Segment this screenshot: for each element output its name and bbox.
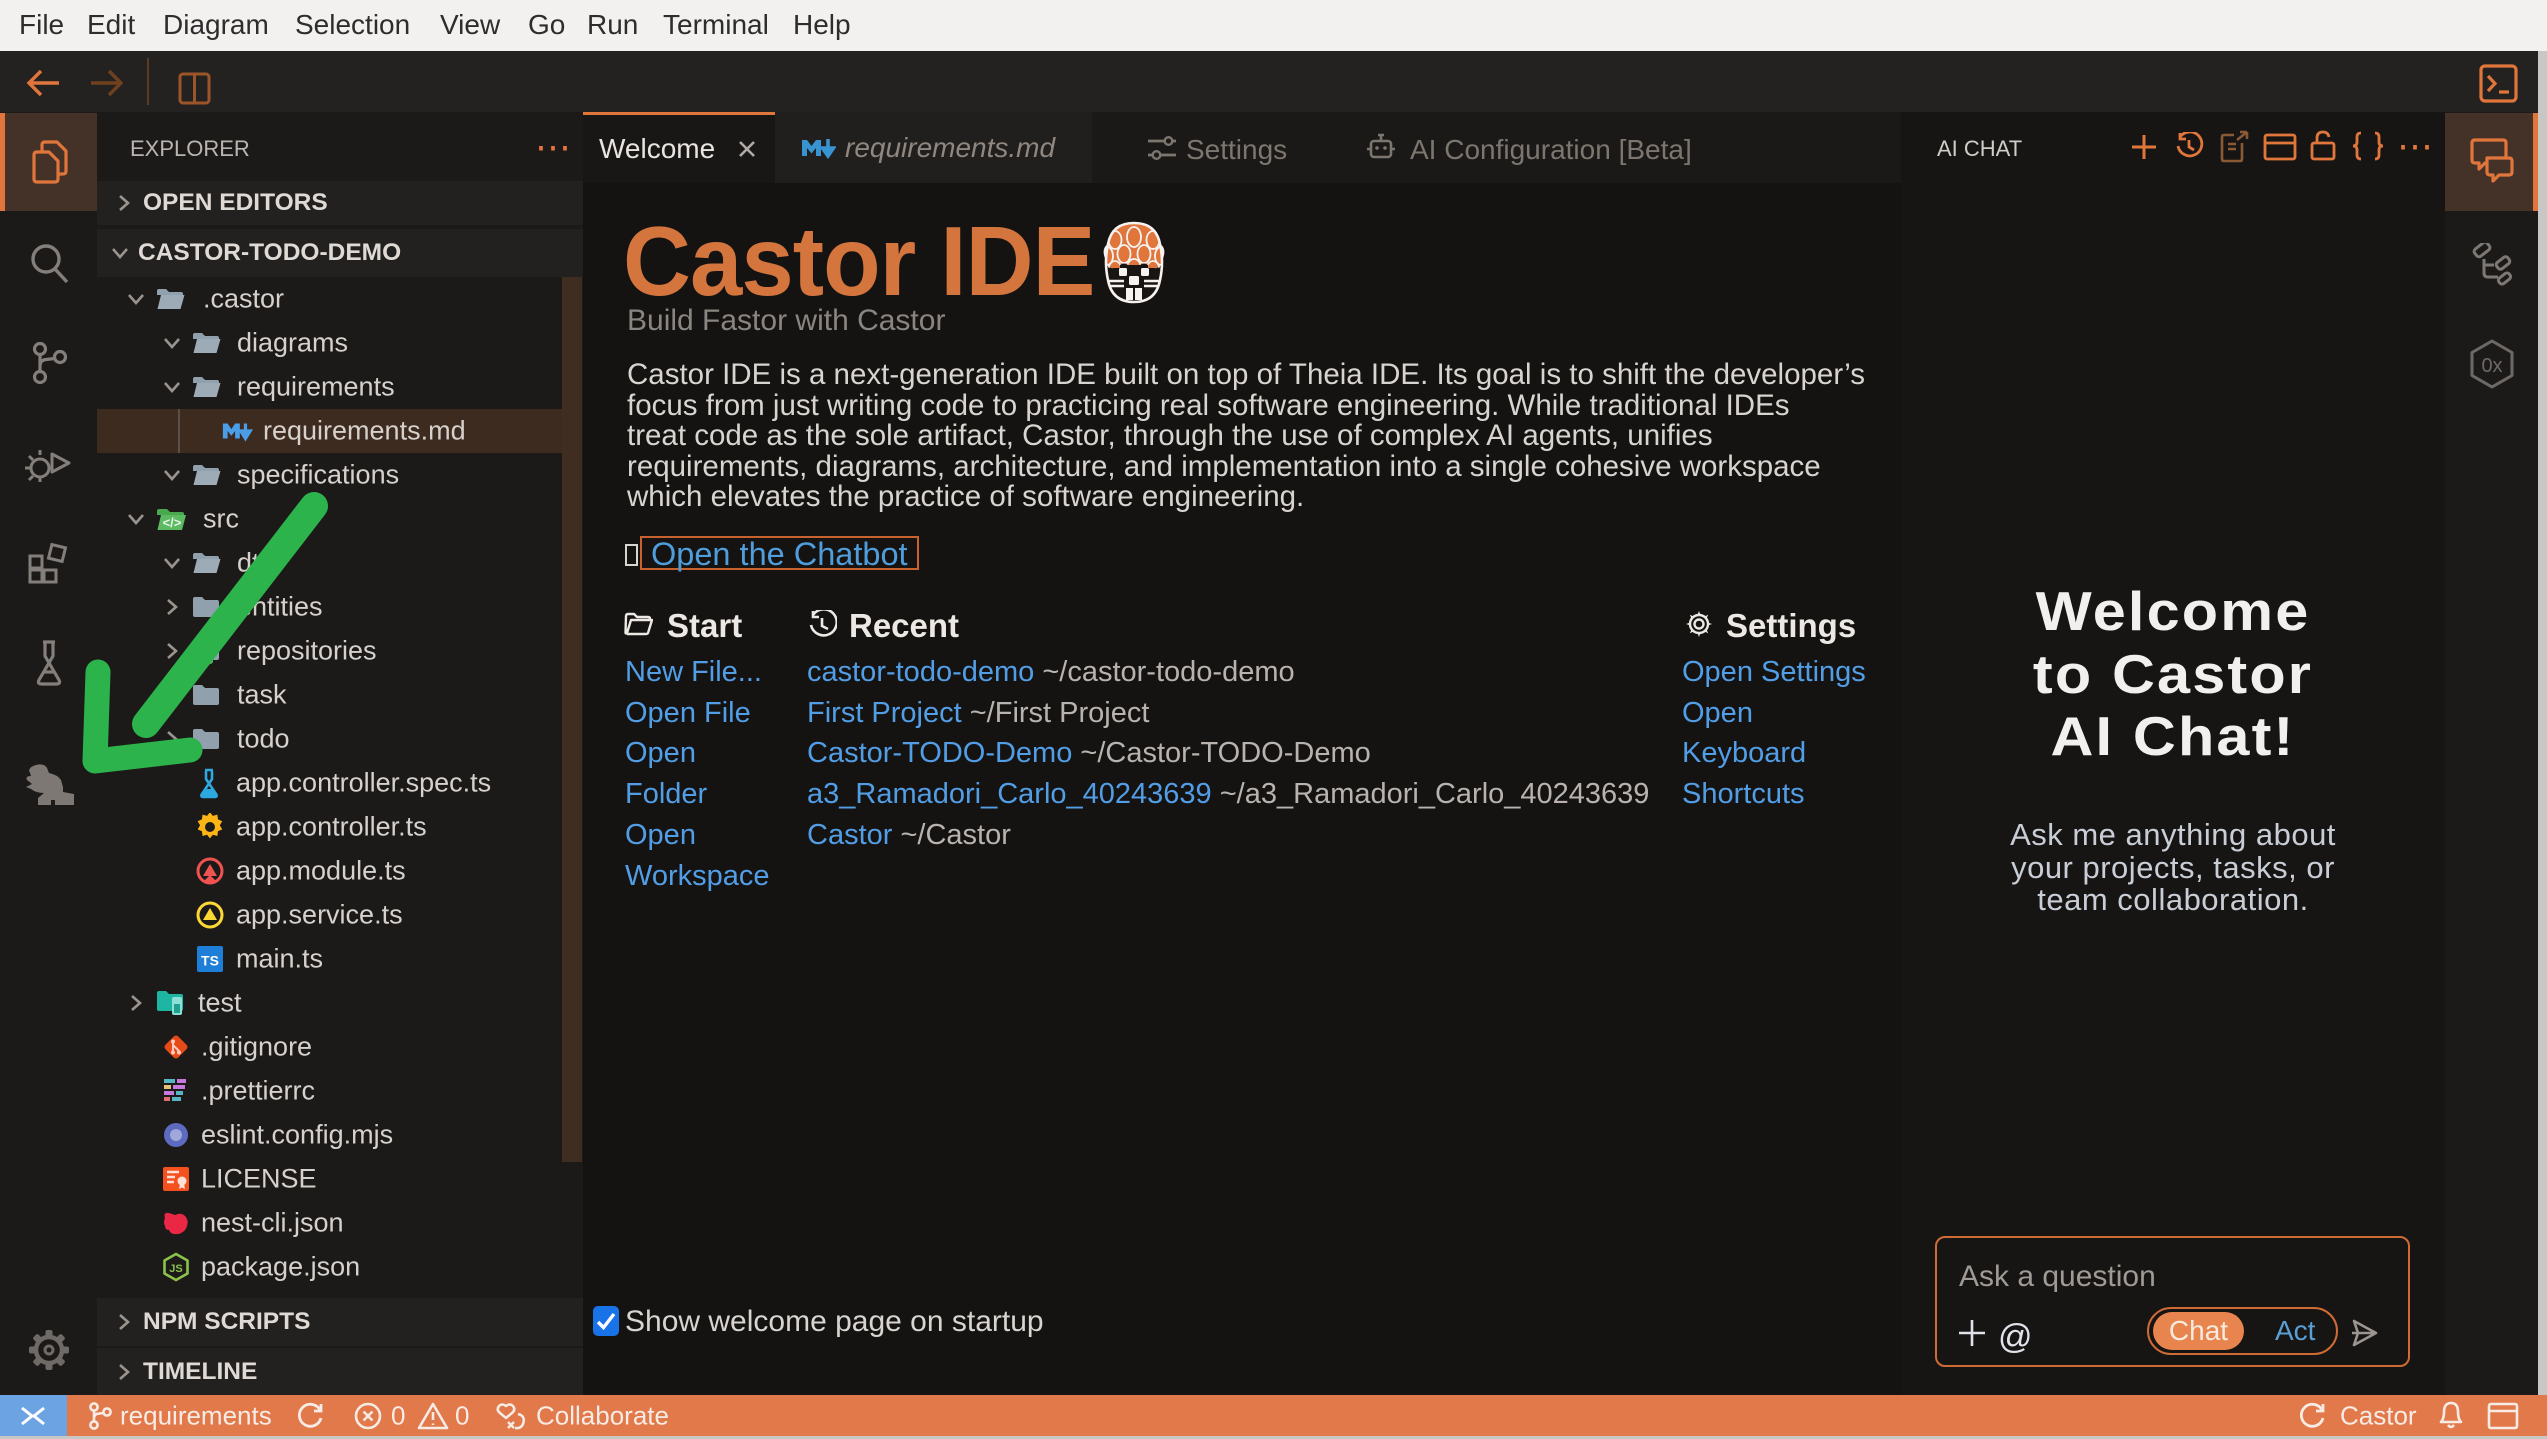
svg-text:0x: 0x <box>2481 355 2502 377</box>
svg-text:JS: JS <box>169 1263 182 1275</box>
svg-text:TS: TS <box>201 953 219 969</box>
